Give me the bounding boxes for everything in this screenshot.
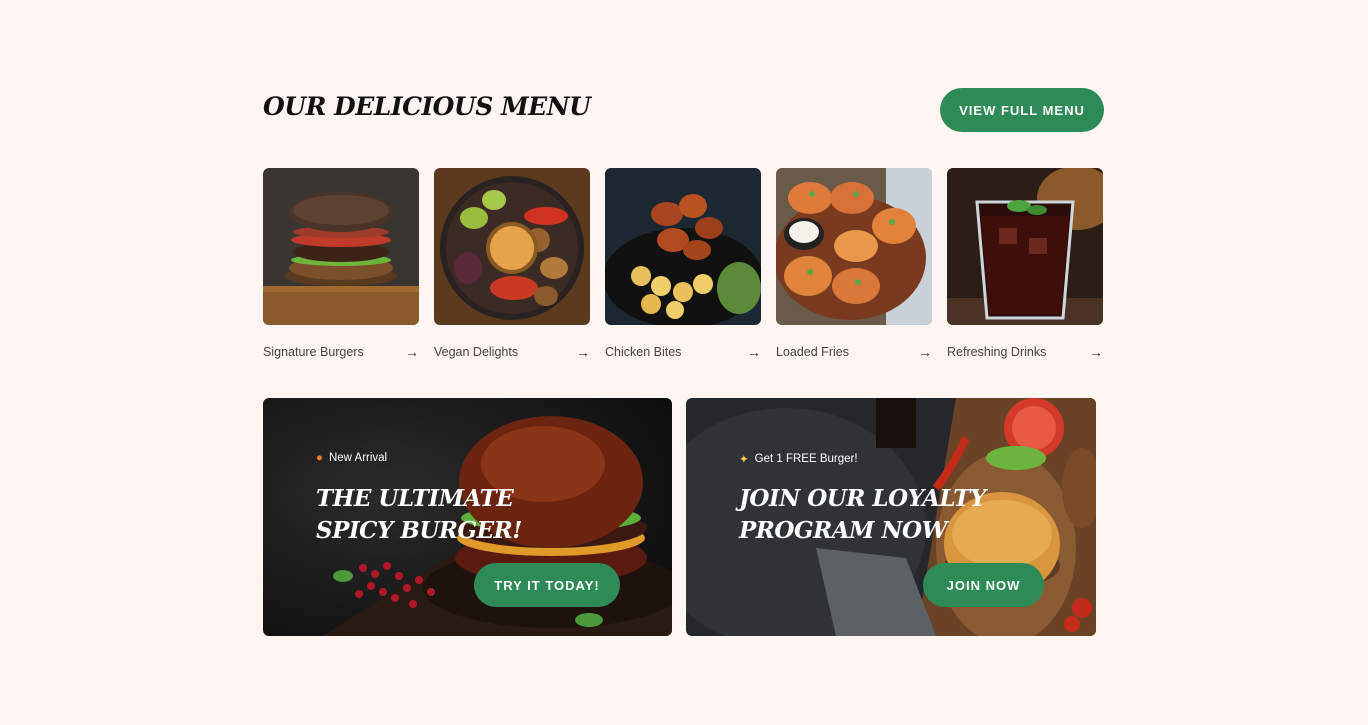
promo-tag-text: New Arrival (328, 452, 388, 464)
arrow-right-icon[interactable]: → (576, 344, 590, 360)
arrow-right-icon[interactable]: → (1089, 344, 1103, 360)
category-label: Vegan Delights (434, 345, 519, 359)
category-card-chicken-bites[interactable]: Chicken Bites → (605, 168, 761, 361)
loaded-fries-image (776, 168, 932, 325)
arrow-right-icon[interactable]: → (918, 344, 932, 360)
party-popper-icon: ✦ (739, 454, 749, 466)
category-card-refreshing-drinks[interactable]: Refreshing Drinks → (947, 168, 1103, 361)
promo-title: The Ultimate Spicy Burger! (316, 485, 522, 544)
try-it-today-button[interactable]: TRY IT TODAY! (474, 563, 620, 607)
join-now-button[interactable]: JOIN NOW (923, 563, 1044, 607)
promo-banner-spicy-burger: ● New Arrival The Ultimate Spicy Burger!… (263, 398, 672, 636)
view-full-menu-button[interactable]: VIEW FULL MENU (940, 88, 1104, 132)
category-card-signature-burgers[interactable]: Signature Burgers → (263, 168, 419, 361)
category-label: Refreshing Drinks (947, 345, 1047, 359)
section-title: Our Delicious Menu (263, 92, 591, 121)
category-label: Chicken Bites (605, 345, 682, 359)
category-card-vegan-delights[interactable]: Vegan Delights → (434, 168, 590, 361)
chicken-bites-image (605, 168, 761, 325)
arrow-right-icon[interactable]: → (405, 344, 419, 360)
promo-tag-text: Get 1 FREE Burger! (754, 453, 858, 465)
promo-title: Join Our Loyalty Program Now (739, 485, 986, 544)
refreshing-drinks-image (947, 168, 1103, 325)
signature-burgers-image (263, 168, 419, 325)
promo-tag: ● New Arrival (316, 452, 387, 464)
category-card-loaded-fries[interactable]: Loaded Fries → (776, 168, 932, 361)
category-label: Signature Burgers (263, 345, 364, 359)
fire-icon: ● (316, 452, 323, 464)
category-label: Loaded Fries (776, 345, 849, 359)
arrow-right-icon[interactable]: → (747, 344, 761, 360)
vegan-delights-image (434, 168, 590, 325)
promo-banner-loyalty: ✦ Get 1 FREE Burger! Join Our Loyalty Pr… (686, 398, 1096, 636)
promo-tag: ✦ Get 1 FREE Burger! (739, 452, 858, 466)
